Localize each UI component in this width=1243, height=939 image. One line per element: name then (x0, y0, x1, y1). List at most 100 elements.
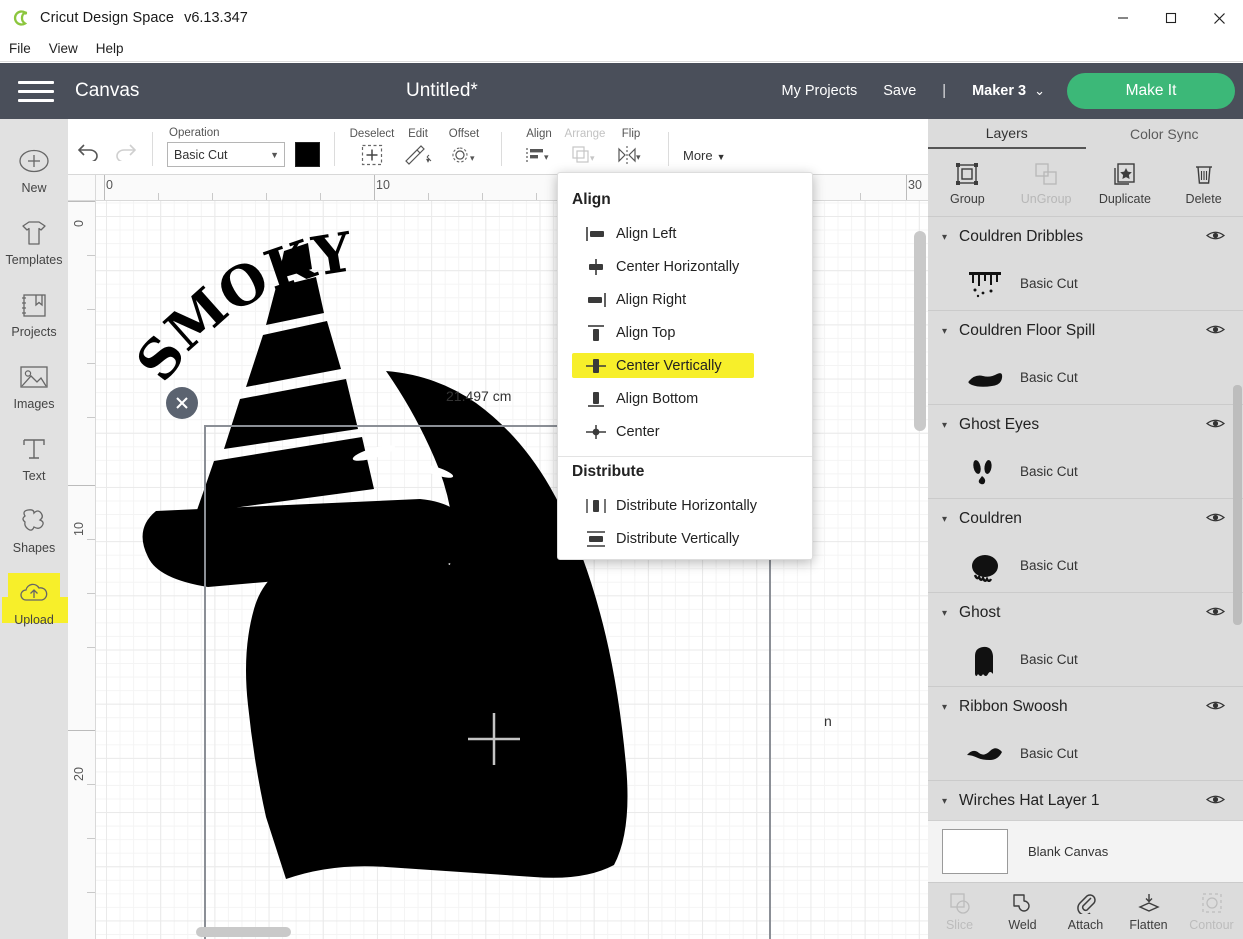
canvas-horizontal-scrollbar[interactable] (196, 927, 291, 937)
eye-icon[interactable] (1206, 229, 1225, 245)
operation-group: Operation Basic Cut ▼ (159, 118, 328, 174)
my-projects-link[interactable]: My Projects (781, 83, 857, 99)
eye-icon[interactable] (1206, 699, 1225, 715)
layer-child-row[interactable]: Basic Cut (928, 727, 1243, 780)
layer-header[interactable]: ▾ Couldren (928, 499, 1243, 539)
blank-canvas-row[interactable]: Blank Canvas (928, 820, 1243, 882)
layer-child-row[interactable]: Basic Cut (928, 539, 1243, 592)
flip-button[interactable]: Flip ▾ (608, 128, 654, 174)
operation-color-swatch[interactable] (295, 142, 320, 167)
menu-item-help[interactable]: Help (87, 39, 133, 58)
eye-icon[interactable] (1206, 511, 1225, 527)
more-button[interactable]: More ▼ (683, 148, 726, 174)
menu-item-center-horizontally[interactable]: Center Horizontally (558, 250, 812, 283)
layer-operation-label: Basic Cut (1020, 464, 1078, 479)
trash-icon (1192, 160, 1216, 188)
menu-item-distribute-vertically[interactable]: Distribute Vertically (558, 522, 812, 555)
menu-item-view[interactable]: View (40, 39, 87, 58)
layer-child-row[interactable]: Basic Cut (928, 351, 1243, 404)
panel-action-bar: Group UnGroup Duplicate Delete (928, 149, 1243, 217)
layer-group[interactable]: ▾ Ghost Basic Cut (928, 593, 1243, 687)
caret-down-icon[interactable]: ▾ (942, 702, 947, 713)
make-it-button[interactable]: Make It (1067, 73, 1235, 109)
layer-group[interactable]: ▾ Couldren Basic Cut (928, 499, 1243, 593)
align-button[interactable]: Align ▾ (516, 128, 562, 174)
layer-group[interactable]: ▾ Ghost Eyes Basic Cut (928, 405, 1243, 499)
menu-item-align-bottom[interactable]: Align Bottom (558, 382, 812, 415)
caret-down-icon[interactable]: ▾ (942, 608, 947, 619)
layer-header[interactable]: ▾ Ghost Eyes (928, 405, 1243, 445)
eye-icon[interactable] (1206, 417, 1225, 433)
eye-icon[interactable] (1206, 323, 1225, 339)
edit-button[interactable]: Edit ▾ (395, 128, 441, 174)
group-button[interactable]: Group (928, 149, 1007, 216)
center-vertical-icon (580, 357, 612, 375)
menu-item-center[interactable]: Center (558, 415, 812, 448)
caret-down-icon[interactable]: ▾ (942, 420, 947, 431)
layer-child-row[interactable]: Basic Cut (928, 257, 1243, 310)
layer-header[interactable]: ▾ Ghost (928, 593, 1243, 633)
undo-icon[interactable] (76, 139, 102, 166)
machine-selector[interactable]: Maker 3 (972, 83, 1026, 99)
close-button[interactable] (1195, 0, 1243, 36)
rail-item-text[interactable]: Text (0, 421, 68, 493)
caret-down-icon[interactable]: ▾ (942, 326, 947, 337)
layer-child-row[interactable]: Basic Cut (928, 445, 1243, 498)
menu-label-distribute-horizontally: Distribute Horizontally (616, 497, 758, 514)
rail-item-upload[interactable]: Upload (0, 565, 68, 637)
rail-item-templates[interactable]: Templates (0, 205, 68, 277)
menu-item-distribute-horizontally[interactable]: Distribute Horizontally (558, 489, 812, 522)
ruler-v-label-0: 0 (72, 220, 86, 227)
layer-group[interactable]: ▾ Couldren Floor Spill Basic Cut (928, 311, 1243, 405)
panel-bottom-actions: Slice Weld Attach Flatten Contour (928, 882, 1243, 939)
caret-down-icon[interactable]: ▾ (942, 232, 947, 243)
menu-item-center-vertically[interactable]: Center Vertically (558, 349, 812, 382)
layers-list[interactable]: ▾ Couldren Dribbles Basic Cut ▾ Couldren… (928, 217, 1243, 820)
tab-layers[interactable]: Layers (928, 119, 1086, 149)
maximize-button[interactable] (1147, 0, 1195, 36)
layer-header[interactable]: ▾ Couldren Floor Spill (928, 311, 1243, 351)
menu-item-align-top[interactable]: Align Top (558, 316, 812, 349)
panel-scrollbar[interactable] (1233, 385, 1242, 625)
delete-selection-handle[interactable] (166, 387, 198, 419)
menu-item-align-left[interactable]: Align Left (558, 217, 812, 250)
weld-button[interactable]: Weld (991, 883, 1054, 939)
deselect-button[interactable]: Deselect (349, 128, 395, 174)
rail-item-images[interactable]: Images (0, 349, 68, 421)
delete-button[interactable]: Delete (1164, 149, 1243, 216)
menu-item-file[interactable]: File (0, 39, 40, 58)
layer-header[interactable]: ▾ Ribbon Swoosh (928, 687, 1243, 727)
layer-group[interactable]: ▾ Ribbon Swoosh Basic Cut (928, 687, 1243, 781)
duplicate-button[interactable]: Duplicate (1086, 149, 1165, 216)
menu-bar: File View Help (0, 36, 1243, 62)
picture-icon (18, 360, 50, 394)
canvas-vertical-scrollbar[interactable] (914, 231, 926, 431)
flatten-button[interactable]: Flatten (1117, 883, 1180, 939)
chevron-down-icon[interactable]: ⌄ (1034, 83, 1045, 99)
offset-button[interactable]: Offset ▾ (441, 128, 487, 174)
blank-canvas-swatch[interactable] (942, 829, 1008, 874)
group-label: Group (950, 191, 985, 206)
offset-icon: ▾ (449, 143, 479, 167)
star-shape-icon (19, 504, 49, 538)
eye-icon[interactable] (1206, 793, 1225, 809)
attach-button[interactable]: Attach (1054, 883, 1117, 939)
layer-group[interactable]: ▾ Couldren Dribbles Basic Cut (928, 217, 1243, 311)
layer-header[interactable]: ▾ Couldren Dribbles (928, 217, 1243, 257)
minimize-button[interactable] (1099, 0, 1147, 36)
menu-item-align-right[interactable]: Align Right (558, 283, 812, 316)
layer-group[interactable]: ▾ Wirches Hat Layer 1 (928, 781, 1243, 820)
caret-down-icon[interactable]: ▾ (942, 514, 947, 525)
operation-select[interactable]: Basic Cut ▼ (167, 142, 285, 167)
layer-child-row[interactable]: Basic Cut (928, 633, 1243, 686)
rail-item-projects[interactable]: Projects (0, 277, 68, 349)
save-button[interactable]: Save (883, 83, 916, 99)
caret-down-icon[interactable]: ▾ (942, 796, 947, 807)
tab-color-sync[interactable]: Color Sync (1086, 119, 1243, 149)
eye-icon[interactable] (1206, 605, 1225, 621)
rail-item-shapes[interactable]: Shapes (0, 493, 68, 565)
hamburger-menu-icon[interactable] (18, 77, 54, 105)
align-dropdown-menu[interactable]: Align Align Left Center Horizontally Ali… (557, 172, 813, 560)
layer-header[interactable]: ▾ Wirches Hat Layer 1 (928, 781, 1243, 820)
rail-item-new[interactable]: New (0, 133, 68, 205)
